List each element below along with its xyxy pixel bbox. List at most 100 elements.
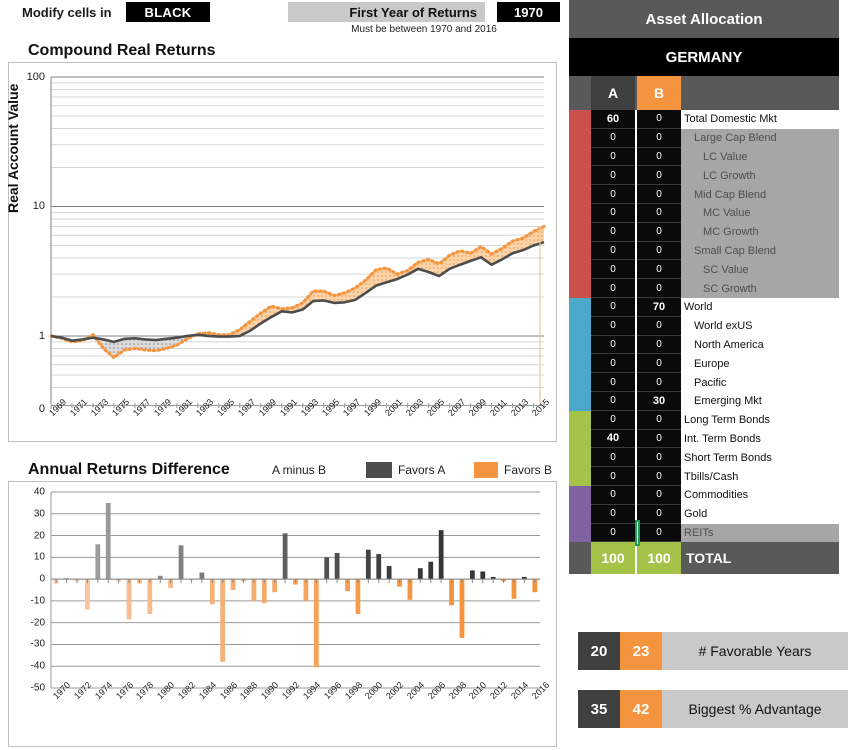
allocation-cell-b[interactable]: 0: [637, 147, 681, 167]
allocation-row: 40 0 Int. Term Bonds: [569, 429, 839, 449]
first-year-input[interactable]: 1970: [497, 2, 560, 22]
allocation-row-label: World exUS: [681, 316, 839, 336]
allocation-cell-b[interactable]: 0: [637, 504, 681, 524]
allocation-row-label: Tbills/Cash: [681, 467, 839, 486]
allocation-row-label: Short Term Bonds: [681, 448, 839, 468]
allocation-cell-b[interactable]: 0: [637, 467, 681, 486]
allocation-cell-a[interactable]: 0: [591, 373, 635, 392]
biggest-advantage-label: Biggest % Advantage: [688, 701, 822, 717]
allocation-row: 0 0 Small Cap Blend: [569, 241, 839, 261]
allocation-cell-a[interactable]: 0: [591, 279, 635, 298]
allocation-cell-b[interactable]: 0: [637, 316, 681, 336]
y-tick-label: 1: [38, 329, 45, 342]
allocation-cell-b[interactable]: 0: [637, 335, 681, 355]
allocation-cell-a[interactable]: 0: [591, 166, 635, 186]
allocation-cell-a[interactable]: 0: [591, 448, 635, 468]
allocation-cell-b[interactable]: 0: [637, 260, 681, 280]
allocation-cell-b[interactable]: 0: [637, 448, 681, 468]
allocation-cell-b[interactable]: 0: [637, 523, 681, 543]
allocation-cell-b[interactable]: 0: [637, 166, 681, 186]
allocation-cell-a[interactable]: 0: [591, 410, 635, 430]
first-year-label: First Year of Returns: [288, 2, 485, 22]
legend-series-label: A minus B: [272, 463, 327, 477]
allocation-row: 0 0 SC Value: [569, 260, 839, 280]
allocation-row: 0 0 Pacific: [569, 373, 839, 392]
allocation-cell-b[interactable]: 0: [637, 241, 681, 261]
total-strip: [569, 542, 591, 575]
allocation-cell-a[interactable]: 0: [591, 523, 635, 543]
y-axis-label: Real Account Value: [5, 83, 21, 213]
biggest-advantage-stat: 35 42 Biggest % Advantage: [578, 690, 848, 728]
category-color-strip: [569, 203, 591, 223]
allocation-row: 0 0 MC Value: [569, 203, 839, 223]
allocation-row-label: LC Growth: [681, 166, 839, 186]
biggest-advantage-b: 42: [620, 690, 662, 728]
allocation-row-label: Pacific: [681, 373, 839, 392]
allocation-cell-a[interactable]: 0: [591, 335, 635, 355]
allocation-row: 0 0 LC Value: [569, 147, 839, 167]
allocation-row-label: Mid Cap Blend: [681, 185, 839, 204]
category-color-strip: [569, 448, 591, 468]
allocation-row: 0 0 Gold: [569, 504, 839, 524]
favorable-years-a: 20: [578, 632, 620, 670]
category-color-strip: [569, 147, 591, 167]
category-color-strip: [569, 128, 591, 148]
favorable-years-stat: 20 23 # Favorable Years: [578, 632, 848, 670]
annual-returns-difference-title: Annual Returns Difference: [28, 461, 230, 478]
allocation-cell-b[interactable]: 0: [637, 110, 681, 129]
allocation-cell-a[interactable]: 0: [591, 147, 635, 167]
legend-favors-b-label: Favors B: [504, 463, 553, 477]
category-color-strip: [569, 485, 591, 505]
column-header-a: A: [591, 76, 635, 110]
allocation-cell-a[interactable]: 0: [591, 485, 635, 505]
y-tick-label: -10: [30, 595, 45, 607]
y-tick-label: -20: [30, 617, 45, 629]
allocation-cell-b[interactable]: 30: [637, 391, 681, 411]
allocation-cell-a[interactable]: 0: [591, 222, 635, 242]
allocation-row-label: REITs: [681, 523, 839, 543]
allocation-total-row: 100 100 TOTAL: [569, 542, 839, 575]
allocation-cell-b[interactable]: 0: [637, 410, 681, 430]
allocation-cell-a[interactable]: 0: [591, 391, 635, 411]
allocation-cell-b[interactable]: 0: [637, 279, 681, 298]
allocation-row: 0 0 Long Term Bonds: [569, 410, 839, 430]
allocation-cell-a[interactable]: 0: [591, 185, 635, 204]
allocation-row: 0 0 Commodities: [569, 485, 839, 505]
total-value-a: 100: [591, 542, 635, 575]
allocation-cell-a[interactable]: 0: [591, 316, 635, 336]
allocation-cell-a[interactable]: 0: [591, 260, 635, 280]
allocation-row-label: Large Cap Blend: [681, 128, 839, 148]
allocation-cell-b[interactable]: 0: [637, 429, 681, 449]
allocation-row-label: Gold: [681, 504, 839, 524]
allocation-row: 0 0 REITs: [569, 519, 839, 546]
allocation-cell-a[interactable]: 0: [591, 467, 635, 486]
allocation-cell-b[interactable]: 0: [637, 354, 681, 374]
allocation-row-label: Europe: [681, 354, 839, 374]
allocation-cell-a[interactable]: 0: [591, 128, 635, 148]
allocation-cell-a[interactable]: 0: [591, 504, 635, 524]
allocation-cell-a[interactable]: 0: [591, 354, 635, 374]
bottom-chart-plot: [50, 491, 540, 689]
allocation-cell-b[interactable]: 0: [637, 373, 681, 392]
allocation-cell-b[interactable]: 0: [637, 128, 681, 148]
column-header-b: B: [637, 76, 681, 110]
category-color-strip: [569, 260, 591, 280]
cell-selection-cursor[interactable]: [635, 519, 640, 546]
biggest-advantage-a: 35: [578, 690, 620, 728]
favorable-years-b: 23: [620, 632, 662, 670]
allocation-cell-b[interactable]: 0: [637, 203, 681, 223]
allocation-cell-b[interactable]: 70: [637, 297, 681, 317]
allocation-cell-a[interactable]: 40: [591, 429, 635, 449]
allocation-cell-a[interactable]: 0: [591, 297, 635, 317]
allocation-cell-b[interactable]: 0: [637, 185, 681, 204]
first-year-note: Must be between 1970 and 2016: [351, 24, 497, 35]
country-selector[interactable]: GERMANY: [569, 38, 839, 76]
allocation-cell-a[interactable]: 60: [591, 110, 635, 129]
allocation-cell-a[interactable]: 0: [591, 241, 635, 261]
category-color-strip: [569, 467, 591, 486]
allocation-row-label: Total Domestic Mkt: [681, 110, 839, 129]
allocation-cell-a[interactable]: 0: [591, 203, 635, 223]
allocation-cell-b[interactable]: 0: [637, 485, 681, 505]
allocation-rows: 60 0 Total Domestic Mkt 0 0 Large Cap Blend 0 0…: [569, 110, 839, 546]
allocation-cell-b[interactable]: 0: [637, 222, 681, 242]
